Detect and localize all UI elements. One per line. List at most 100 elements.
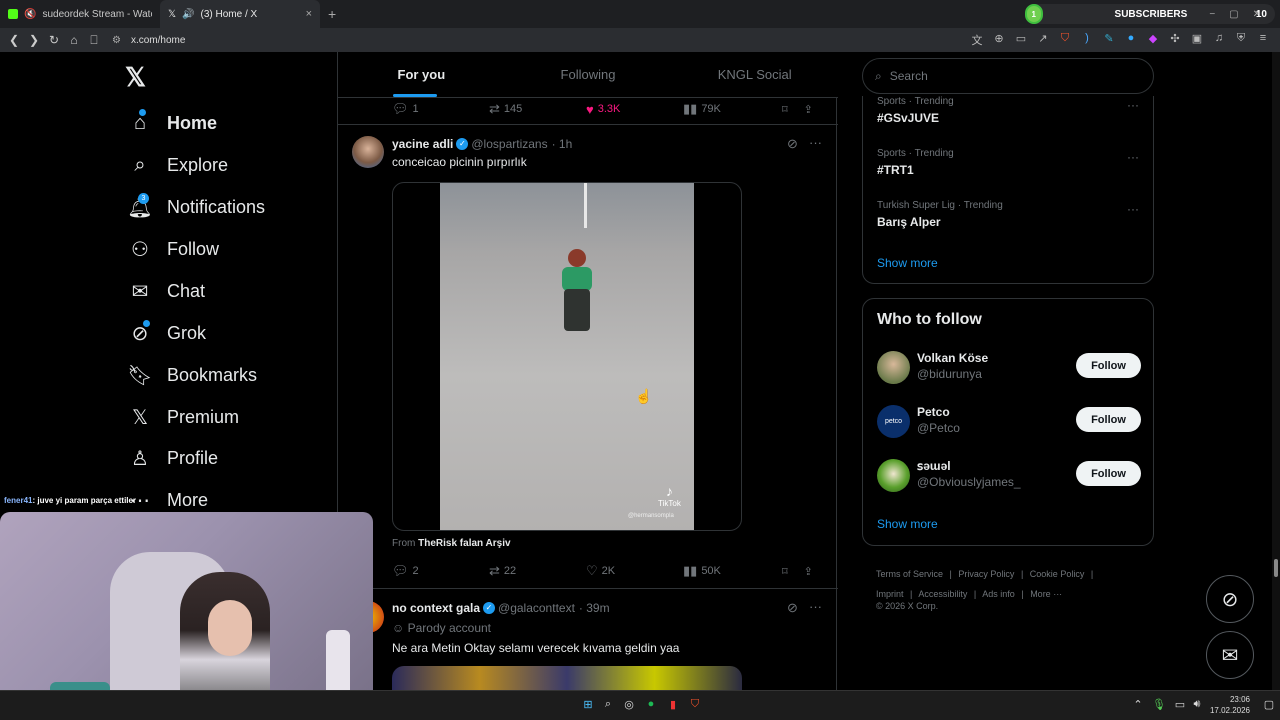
follow-button[interactable]: Follow (1076, 353, 1141, 378)
follow-show-more-link[interactable]: Show more (877, 517, 938, 531)
extension-icon[interactable]: ◆ (1146, 32, 1160, 48)
footer-link[interactable]: More ··· (1030, 589, 1062, 599)
tab-kngl-social[interactable]: KNGL Social (671, 52, 838, 97)
reply-button[interactable]: 💬︎ 1 (392, 101, 489, 117)
brave-shield-icon[interactable]: ⛉ (1058, 32, 1072, 48)
share-post-icon[interactable]: ⇪ (804, 103, 813, 116)
sidebar-toggle-icon[interactable]: ▣ (1190, 32, 1204, 48)
nav-bookmarks[interactable]: 🔖︎ Bookmarks (124, 355, 257, 395)
scrollbar-thumb[interactable] (1274, 559, 1278, 577)
trend-more-icon[interactable]: ··· (1127, 98, 1139, 112)
footer-link[interactable]: Terms of Service (876, 569, 943, 579)
messages-fab-button[interactable]: ✉ (1206, 631, 1254, 679)
taskview-icon[interactable]: ◎ (622, 698, 636, 712)
reload-icon[interactable]: ↻ (44, 33, 64, 47)
extension-icon[interactable]: ● (1124, 32, 1138, 48)
url-field[interactable]: ⚙ x.com/home (112, 35, 185, 46)
puzzle-icon[interactable]: ✣ (1168, 32, 1182, 48)
share-icon[interactable]: ↗ (1036, 32, 1050, 48)
start-icon[interactable]: ⊞ (581, 698, 595, 712)
back-icon[interactable]: ❮ (4, 33, 24, 47)
zoom-icon[interactable]: ⊕ (992, 32, 1006, 48)
new-tab-button[interactable]: + (328, 6, 336, 22)
post-time[interactable]: · 1h (552, 137, 573, 151)
browser-tab-kick[interactable]: 🔇 sudeordek Stream - Watch Live o (0, 0, 160, 28)
nav-grok[interactable]: ⊘ Grok (124, 313, 206, 353)
trend-item[interactable]: Sports · Trending #TRT1 (877, 148, 954, 177)
author-handle[interactable]: @galaconttext (498, 601, 575, 615)
tab-following[interactable]: Following (505, 52, 672, 97)
extension-icon[interactable]: ✎ (1102, 32, 1116, 48)
grok-post-icon[interactable]: ⊘ (787, 600, 798, 616)
grok-fab-button[interactable]: ⊘ (1206, 575, 1254, 623)
x-logo[interactable]: 𝕏 (125, 62, 146, 93)
from-source-link[interactable]: TheRisk falan Arşiv (418, 538, 510, 549)
notification-center-icon[interactable]: ▢ (1262, 698, 1276, 712)
extension-icon[interactable]: ) (1080, 32, 1094, 48)
footer-link[interactable]: Imprint (876, 589, 904, 599)
trend-more-icon[interactable]: ··· (1127, 150, 1139, 164)
search-icon[interactable]: ⌕ (601, 698, 615, 712)
vpn-icon[interactable]: ⛨ (1234, 32, 1248, 48)
grok-post-icon[interactable]: ⊘ (787, 136, 798, 152)
like-button[interactable]: ♥ 3.3K (586, 102, 683, 117)
author-name[interactable]: yacine adli (392, 137, 453, 151)
page-scrollbar[interactable] (1272, 52, 1280, 690)
follow-button[interactable]: Follow (1076, 461, 1141, 486)
close-tab-icon[interactable]: × (306, 8, 312, 20)
menu-icon[interactable]: ≡ (1256, 32, 1270, 48)
video-frame[interactable]: ♪ TikTok @hermansompla (440, 183, 694, 530)
brave-icon[interactable]: ⛉ (688, 698, 702, 712)
volume-icon[interactable]: 🔊︎ (1190, 698, 1204, 712)
nav-follow[interactable]: ⚇ Follow (124, 229, 219, 269)
repost-button[interactable]: ⇄ 22 (489, 563, 586, 579)
nav-profile[interactable]: ♙ Profile (124, 438, 218, 478)
reply-button[interactable]: 💬︎ 2 (392, 563, 489, 579)
footer-link[interactable]: Accessibility (918, 589, 967, 599)
trend-more-icon[interactable]: ··· (1127, 202, 1139, 216)
avatar[interactable] (877, 351, 910, 384)
mic-icon[interactable]: 🎙︎ (1152, 698, 1166, 712)
avatar[interactable] (352, 136, 384, 168)
like-button[interactable]: ♡ 2K (586, 563, 683, 579)
bookmark-post-icon[interactable]: ⌑ (782, 103, 788, 116)
nav-chat[interactable]: ✉ Chat (124, 271, 205, 311)
avatar[interactable]: petco (877, 405, 910, 438)
forward-icon[interactable]: ❯ (24, 33, 44, 47)
views-button[interactable]: ▮▮ 50K (683, 563, 780, 579)
site-info-icon[interactable]: ⚙ (112, 35, 121, 46)
nav-explore[interactable]: ⌕ Explore (124, 145, 228, 185)
translate-icon[interactable]: 文 (970, 32, 984, 48)
app-icon[interactable]: ▮ (666, 698, 680, 712)
footer-link[interactable]: Cookie Policy (1030, 569, 1085, 579)
author-handle[interactable]: @lospartizans (471, 137, 547, 151)
views-button[interactable]: ▮▮ 79K (683, 101, 780, 117)
cast-icon[interactable]: ▭ (1014, 32, 1028, 48)
post-time[interactable]: · 39m (579, 601, 610, 615)
bookmark-page-icon[interactable]: ⎕ (84, 33, 104, 48)
system-clock[interactable]: 23:06 17.02.2026 (1210, 694, 1250, 716)
repost-button[interactable]: ⇄ 145 (489, 101, 586, 117)
avatar[interactable] (877, 459, 910, 492)
home-browser-icon[interactable]: ⌂ (64, 33, 84, 47)
follow-suggestion[interactable]: petco Petco @Petco Follow (877, 403, 1141, 443)
more-options-icon[interactable]: ··· (809, 599, 822, 614)
browser-tab-x[interactable]: 𝕏 🔊 (3) Home / X × (160, 0, 320, 28)
post-video[interactable]: ♪ TikTok @hermansompla ☝ (392, 182, 742, 531)
tray-chevron-icon[interactable]: ⌃ (1131, 698, 1145, 712)
search-input[interactable]: ⌕ Search (862, 58, 1154, 94)
follow-suggestion[interactable]: Volkan Köse @bidurunya Follow (877, 349, 1141, 389)
nav-home[interactable]: ⌂ Home (124, 103, 217, 143)
footer-link[interactable]: Privacy Policy (958, 569, 1014, 579)
more-options-icon[interactable]: ··· (809, 135, 822, 150)
trend-item[interactable]: Sports · Trending #GSvJUVE (877, 96, 954, 125)
footer-link[interactable]: Ads info (982, 589, 1015, 599)
author-name[interactable]: no context gala (392, 601, 480, 615)
share-post-icon[interactable]: ⇪ (804, 565, 813, 578)
bookmark-post-icon[interactable]: ⌑ (782, 565, 788, 578)
network-icon[interactable]: ▭ (1173, 698, 1187, 712)
nav-premium[interactable]: 𝕏 Premium (124, 397, 239, 437)
spotify-icon[interactable]: ● (644, 698, 658, 712)
follow-suggestion[interactable]: ꜱəɯǝl @Obviouslyjames_ Follow (877, 457, 1141, 497)
tab-for-you[interactable]: For you (338, 52, 505, 97)
